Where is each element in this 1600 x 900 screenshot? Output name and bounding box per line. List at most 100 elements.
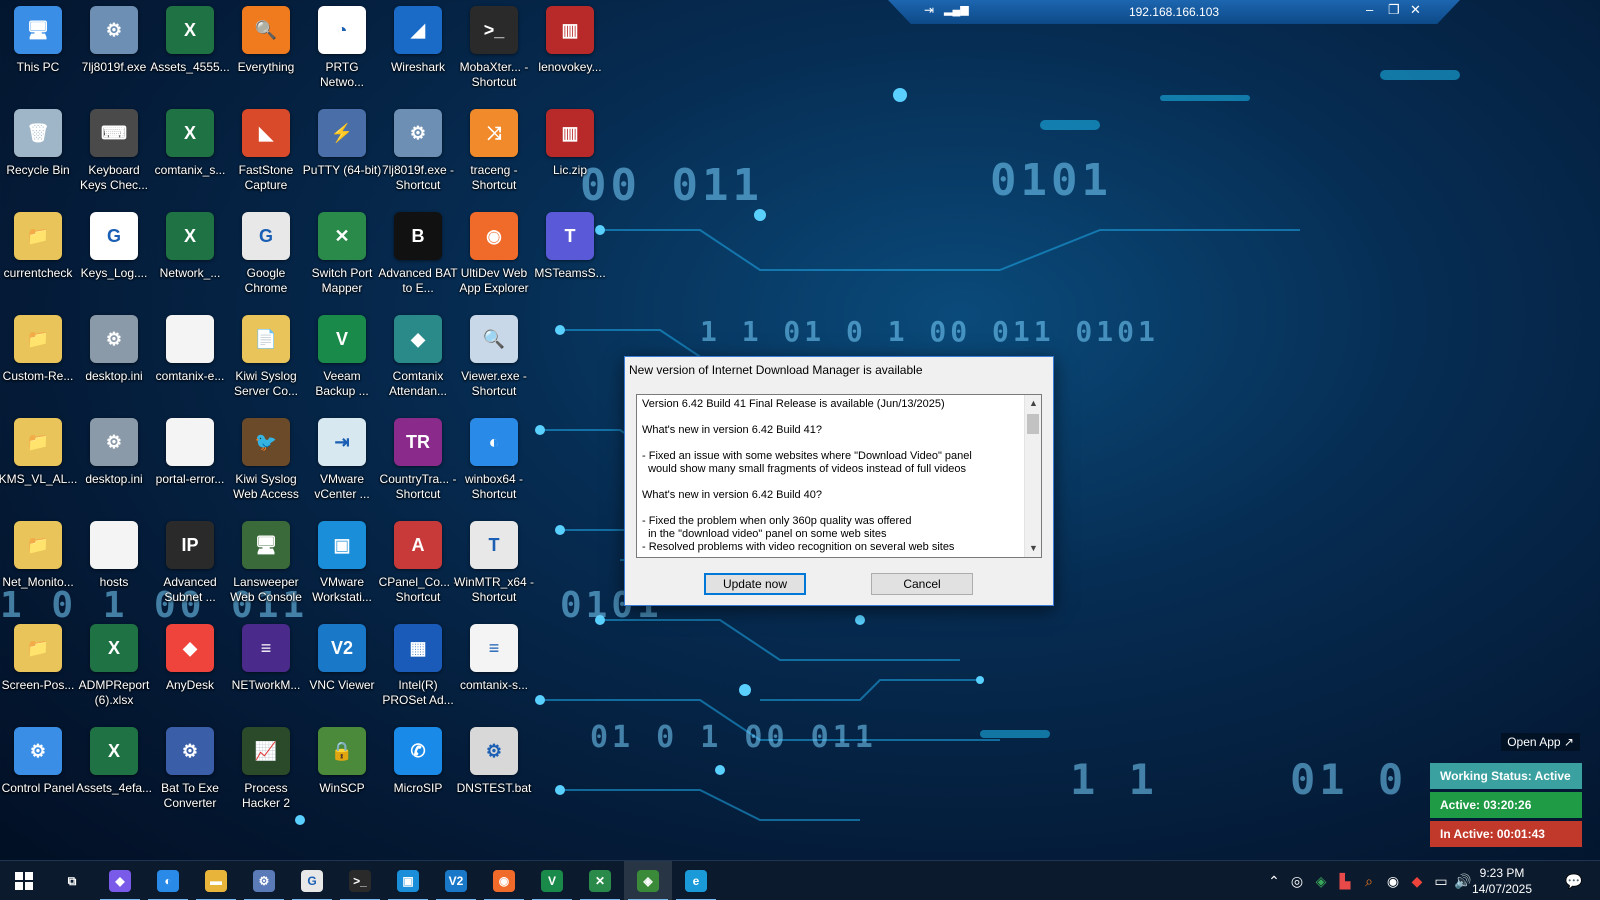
app-icon: ◢ <box>394 6 442 54</box>
desktop-icon[interactable]: 🗑 Recycle Bin <box>0 109 76 205</box>
desktop-icon-label: Process Hacker 2 <box>241 781 291 810</box>
desktop-icon[interactable]: B Advanced BAT to E... <box>378 212 458 308</box>
desktop-icon[interactable]: T MSTeamsS... <box>532 212 608 308</box>
app-icon: ▦ <box>394 624 442 672</box>
desktop-icon[interactable]: 🐦 Kiwi Syslog Web Access <box>228 418 304 514</box>
taskbar-file-explorer-icon[interactable]: ▬ <box>192 861 240 900</box>
desktop-icon[interactable]: X Network_... <box>152 212 228 308</box>
desktop-icon[interactable]: IP Advanced Subnet ... <box>152 521 228 617</box>
desktop-icon[interactable]: ⚙ 7lj8019f.exe - Shortcut <box>380 109 456 205</box>
desktop-icon[interactable]: ◉ UltiDev Web App Explorer <box>456 212 532 308</box>
desktop-icon[interactable]: ◆ Comtanix Attendan... <box>380 315 456 411</box>
desktop-icon[interactable]: ⤨ traceng - Shortcut <box>456 109 532 205</box>
bg-digits-6: 1 1 <box>1070 755 1158 804</box>
tray-globe-icon[interactable]: ◉ <box>1382 861 1404 900</box>
desktop-icon[interactable]: 📄 Kiwi Syslog Server Co... <box>228 315 304 411</box>
desktop-icon[interactable]: ▣ VMware Workstati... <box>304 521 380 617</box>
desktop-icon[interactable]: X Assets_4efa... <box>76 727 152 823</box>
restore-button[interactable]: ❐ <box>1388 2 1400 18</box>
taskbar-copilot-icon[interactable]: ◆ <box>96 861 144 900</box>
desktop-icon[interactable]: portal-error... <box>152 418 228 514</box>
desktop-icon[interactable]: ▥ Lic.zip <box>532 109 608 205</box>
desktop-icon[interactable]: A CPanel_Co... - Shortcut <box>379 521 457 617</box>
tray-network-app-icon[interactable]: ◈ <box>1310 861 1332 900</box>
desktop-icon-label: winbox64 - Shortcut <box>464 472 524 501</box>
taskbar-ultidev-icon[interactable]: ◉ <box>480 861 528 900</box>
taskbar-clock[interactable]: 9:23 PM 14/07/2025 <box>1466 865 1538 897</box>
desktop-icon[interactable]: 🖥 This PC <box>0 6 76 102</box>
scroll-up-icon[interactable]: ▲ <box>1025 395 1041 412</box>
desktop-icon[interactable]: ⚙ desktop.ini <box>76 315 152 411</box>
windows-start-icon[interactable] <box>0 861 48 900</box>
taskbar-vmware-workstation-icon[interactable]: ▣ <box>384 861 432 900</box>
desktop-icon[interactable]: 🔍 Viewer.exe - Shortcut <box>456 315 532 411</box>
open-app-button[interactable]: Open App ↗ <box>1501 733 1580 751</box>
scroll-down-icon[interactable]: ▼ <box>1025 540 1041 557</box>
update-now-button[interactable]: Update now <box>704 573 806 595</box>
desktop-icon[interactable]: ◢ Wireshark <box>380 6 456 102</box>
desktop-icon[interactable]: 📁 currentcheck <box>0 212 76 308</box>
desktop-icon[interactable]: X Assets_4555... <box>150 6 230 102</box>
notification-center-icon[interactable]: 💬 <box>1556 861 1592 900</box>
taskbar-edge-icon[interactable]: e <box>672 861 720 900</box>
taskbar-winbox-icon[interactable]: ◐ <box>144 861 192 900</box>
desktop-icon[interactable]: ⚙ Bat To Exe Converter <box>152 727 228 823</box>
desktop-icon[interactable]: X ADMPReport (6).xlsx <box>76 624 152 720</box>
desktop-icon[interactable]: Xcomtanix_s... <box>152 109 228 205</box>
desktop-icon[interactable]: >_ MobaXter... - Shortcut <box>456 6 532 102</box>
desktop-icon[interactable]: ⇥ VMware vCenter ... <box>304 418 380 514</box>
scroll-thumb[interactable] <box>1027 414 1039 434</box>
desktop-icon[interactable]: G Keys_Log.... <box>76 212 152 308</box>
desktop-icon[interactable]: 📁 KMS_VL_AL... <box>0 418 77 514</box>
taskbar-task-view-icon[interactable]: ⧉ <box>48 861 96 900</box>
tray-search-icon[interactable]: ⌕ <box>1358 861 1380 900</box>
desktop-icon[interactable]: ▥ lenovokey... <box>532 6 608 102</box>
taskbar-chrome-icon[interactable]: G <box>288 861 336 900</box>
network-icon[interactable]: ▭ <box>1430 861 1452 900</box>
taskbar-switch-port-mapper-icon[interactable]: ✕ <box>576 861 624 900</box>
desktop-icon[interactable]: V2 VNC Viewer <box>304 624 380 720</box>
minimize-button[interactable]: – <box>1366 2 1373 17</box>
taskbar-remote-desktop-icon[interactable]: ◈ <box>624 861 672 900</box>
desktop-icon[interactable]: 📁 Net_Monito... <box>0 521 76 617</box>
taskbar-vnc-viewer-icon[interactable]: V2 <box>432 861 480 900</box>
tray-app-icon[interactable]: ◎ <box>1286 861 1308 900</box>
desktop-icon[interactable]: 🔒 WinSCP <box>304 727 380 823</box>
taskbar-veeam-icon[interactable]: V <box>528 861 576 900</box>
tray-graph-icon[interactable]: ▙ <box>1334 861 1356 900</box>
desktop-icon[interactable]: ≡ NETworkM... <box>228 624 304 720</box>
tray-anydesk-icon[interactable]: ◆ <box>1406 861 1428 900</box>
desktop-icon[interactable]: 📁 Screen-Pos... <box>0 624 76 720</box>
desktop-icon[interactable]: ◔ PRTG Netwo... <box>304 6 380 102</box>
taskbar-terminal-icon[interactable]: >_ <box>336 861 384 900</box>
desktop-icon[interactable]: ⚙ 7lj8019f.exe <box>76 6 152 102</box>
release-notes-textbox[interactable]: Version 6.42 Build 41 Final Release is a… <box>636 394 1042 558</box>
desktop-icon[interactable]: ✆ MicroSIP <box>380 727 456 823</box>
release-notes-scrollbar[interactable]: ▲ ▼ <box>1024 395 1041 557</box>
cancel-button[interactable]: Cancel <box>871 573 973 595</box>
desktop-icon[interactable]: 🖥 Lansweeper Web Console <box>228 521 304 617</box>
desktop-icon[interactable]: T WinMTR_x64 - Shortcut <box>454 521 534 617</box>
desktop-icon[interactable]: hosts <box>76 521 152 617</box>
desktop-icon[interactable]: ⚙ Control Panel <box>0 727 76 823</box>
desktop-icon[interactable]: ⌨ Keyboard Keys Chec... <box>76 109 152 205</box>
desktop-icon[interactable]: G Google Chrome <box>228 212 304 308</box>
show-hidden-icons-icon[interactable]: ⌃ <box>1264 861 1284 900</box>
desktop-icon[interactable]: ⚡ PuTTY (64-bit) <box>303 109 381 205</box>
desktop-icon[interactable]: V Veeam Backup ... <box>304 315 380 411</box>
desktop-icon[interactable]: 📁 Custom-Re... <box>0 315 76 411</box>
desktop-icon[interactable]: ▦ Intel(R) PROSet Ad... <box>380 624 456 720</box>
desktop-icon[interactable]: ◆ AnyDesk <box>152 624 228 720</box>
desktop-icon[interactable]: ≡ comtanix-s... <box>456 624 532 720</box>
desktop-icon[interactable]: ✕ Switch Port Mapper <box>304 212 380 308</box>
desktop-icon[interactable]: TR CountryTra... - Shortcut <box>380 418 456 514</box>
desktop-icon[interactable]: 📈 Process Hacker 2 <box>228 727 304 823</box>
taskbar-network-app-icon[interactable]: ⚙ <box>240 861 288 900</box>
desktop-icon[interactable]: comtanix-e... <box>152 315 228 411</box>
desktop-icon[interactable]: ◣ FastStone Capture <box>228 109 304 205</box>
desktop-icon[interactable]: ⚙ DNSTEST.bat <box>456 727 532 823</box>
close-button[interactable]: ✕ <box>1410 2 1421 18</box>
desktop-icon[interactable]: 🔍 Everything <box>228 6 304 102</box>
desktop-icon[interactable]: ◐ winbox64 - Shortcut <box>456 418 532 514</box>
desktop-icon[interactable]: ⚙ desktop.ini <box>76 418 152 514</box>
